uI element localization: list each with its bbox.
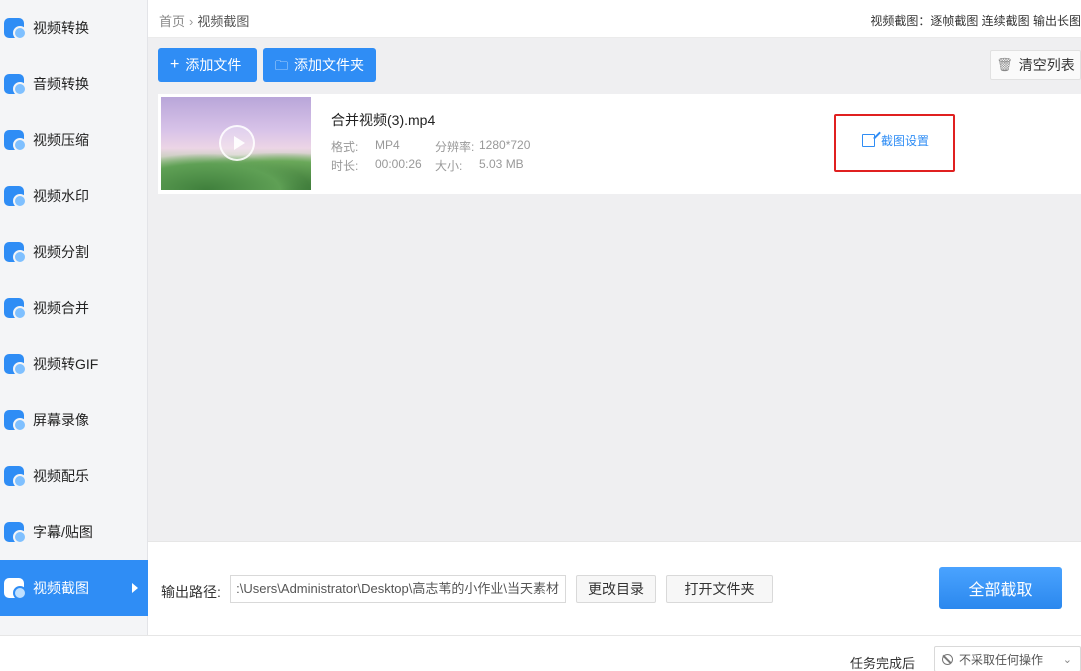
- screenshot-settings-button[interactable]: 截图设置: [862, 132, 929, 149]
- output-path-label: 输出路径:: [161, 584, 221, 600]
- video-compress-icon: [4, 130, 27, 152]
- sidebar-item-video-gif[interactable]: 视频转GIF: [0, 336, 148, 392]
- feature-summary: 视频截图：逐帧截图 连续截图 输出长图: [870, 14, 1081, 28]
- plus-icon: +: [170, 56, 180, 73]
- screen-record-icon: [4, 410, 27, 432]
- add-file-label: 添加文件: [185, 57, 242, 73]
- screenshot-settings-label: 截图设置: [881, 134, 930, 148]
- video-screenshot-icon: [4, 578, 27, 600]
- ban-icon: [942, 653, 953, 665]
- add-folder-label: 添加文件夹: [294, 57, 365, 73]
- file-list-area: + 添加文件 🗀 添加文件夹 🗑 清空列表 合并视频(3).mp4 格式: MP…: [148, 38, 1081, 541]
- sidebar-item-label: 视频转GIF: [33, 356, 99, 372]
- duration-value: 00:00:26: [375, 157, 422, 171]
- caret-right-icon: [132, 583, 138, 593]
- after-task-value: 不采取任何操作: [959, 652, 1044, 667]
- size-label: 大小:: [435, 159, 463, 173]
- open-folder-button[interactable]: 打开文件夹: [666, 575, 773, 603]
- sidebar-item-label: 视频转换: [33, 20, 89, 36]
- sidebar: 视频转换 音频转换 视频压缩 视频水印 视频分割 视频合并 视频转GIF 屏幕录…: [0, 0, 148, 635]
- status-bar: 任务完成后 不采取任何操作 ⌄: [0, 635, 1081, 671]
- sidebar-item-video-watermark[interactable]: 视频水印: [0, 168, 148, 224]
- format-value: MP4: [375, 138, 400, 152]
- sidebar-item-video-split[interactable]: 视频分割: [0, 224, 148, 280]
- video-split-icon: [4, 242, 27, 264]
- sidebar-item-subtitle-sticker[interactable]: 字幕/贴图: [0, 504, 148, 560]
- sidebar-item-video-convert[interactable]: 视频转换: [0, 0, 148, 56]
- sidebar-item-screen-record[interactable]: 屏幕录像: [0, 392, 148, 448]
- start-all-label: 全部截取: [968, 582, 1033, 599]
- duration-label: 时长:: [331, 159, 359, 173]
- format-label: 格式:: [331, 140, 359, 154]
- sidebar-item-video-music[interactable]: 视频配乐: [0, 448, 148, 504]
- file-name: 合并视频(3).mp4: [331, 112, 436, 128]
- folder-icon: 🗀: [275, 57, 289, 73]
- open-folder-label: 打开文件夹: [684, 581, 755, 597]
- sidebar-item-label: 屏幕录像: [33, 412, 89, 428]
- add-file-button[interactable]: + 添加文件: [158, 48, 257, 82]
- sidebar-item-label: 视频水印: [33, 188, 89, 204]
- change-directory-label: 更改目录: [588, 581, 644, 597]
- edit-icon: [862, 134, 875, 147]
- audio-convert-icon: [4, 74, 27, 96]
- breadcrumb-home[interactable]: 首页: [159, 14, 185, 29]
- sidebar-item-video-compress[interactable]: 视频压缩: [0, 112, 148, 168]
- after-task-select[interactable]: 不采取任何操作 ⌄: [934, 646, 1081, 671]
- sidebar-item-video-screenshot[interactable]: 视频截图: [0, 560, 148, 616]
- breadcrumb-separator: ›: [189, 14, 194, 29]
- video-merge-icon: [4, 298, 27, 320]
- sidebar-item-label: 视频合并: [33, 300, 89, 316]
- play-icon[interactable]: [219, 125, 255, 161]
- clear-list-button[interactable]: 🗑 清空列表: [990, 50, 1081, 80]
- after-task-label: 任务完成后: [850, 656, 916, 671]
- sidebar-item-label: 音频转换: [33, 76, 89, 92]
- video-thumbnail[interactable]: [161, 97, 311, 190]
- sidebar-item-label: 视频配乐: [33, 468, 89, 484]
- sidebar-item-label: 视频压缩: [33, 132, 89, 148]
- add-folder-button[interactable]: 🗀 添加文件夹: [263, 48, 376, 82]
- breadcrumb-current: 视频截图: [197, 14, 250, 29]
- video-music-icon: [4, 466, 27, 488]
- subtitle-sticker-icon: [4, 522, 27, 544]
- sidebar-item-label: 视频截图: [33, 580, 89, 596]
- resolution-label: 分辨率:: [435, 140, 475, 154]
- resolution-value: 1280*720: [479, 138, 531, 152]
- video-gif-icon: [4, 354, 27, 376]
- output-path-value: :\Users\Administrator\Desktop\高志苇的小作业\当天…: [236, 581, 559, 596]
- sidebar-item-audio-convert[interactable]: 音频转换: [0, 56, 148, 112]
- output-bar: 输出路径: :\Users\Administrator\Desktop\高志苇的…: [148, 541, 1081, 635]
- size-value: 5.03 MB: [479, 157, 524, 171]
- video-convert-icon: [4, 18, 27, 40]
- header: 首页 › 视频截图 视频截图：逐帧截图 连续截图 输出长图: [148, 0, 1081, 38]
- breadcrumb: 首页 › 视频截图: [159, 11, 249, 30]
- output-path-field[interactable]: :\Users\Administrator\Desktop\高志苇的小作业\当天…: [230, 575, 566, 603]
- sidebar-item-label: 视频分割: [33, 244, 89, 260]
- trash-icon: 🗑: [996, 57, 1013, 72]
- start-all-button[interactable]: 全部截取: [939, 567, 1062, 609]
- sidebar-item-video-merge[interactable]: 视频合并: [0, 280, 148, 336]
- clear-list-label: 清空列表: [1018, 57, 1075, 73]
- video-watermark-icon: [4, 186, 27, 208]
- list-item[interactable]: 合并视频(3).mp4 格式: MP4 分辨率: 1280*720 时长: 00…: [158, 94, 1081, 194]
- change-directory-button[interactable]: 更改目录: [576, 575, 656, 603]
- sidebar-item-label: 字幕/贴图: [33, 524, 93, 540]
- chevron-down-icon: ⌄: [1062, 654, 1072, 666]
